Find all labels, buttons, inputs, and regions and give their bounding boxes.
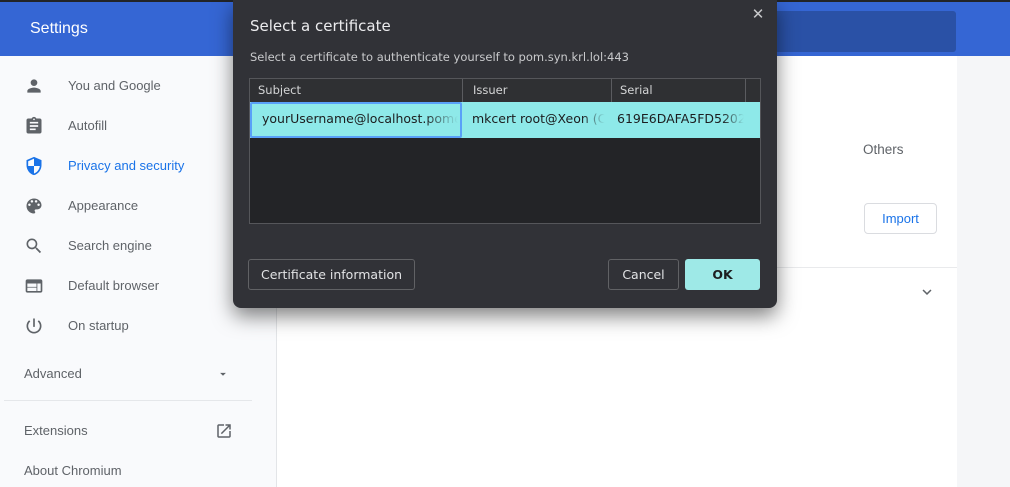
cancel-button[interactable]: Cancel — [608, 259, 679, 290]
cell-subject: yourUsername@localhost.pomer — [250, 102, 462, 138]
dialog-subtitle: Select a certificate to authenticate you… — [250, 50, 629, 64]
sidebar-item-autofill[interactable]: Autofill — [0, 106, 250, 146]
column-header-subject: Subject — [250, 79, 462, 102]
sidebar-item-label: On startup — [68, 306, 129, 346]
person-icon — [24, 76, 44, 96]
certificate-information-button[interactable]: Certificate information — [248, 259, 415, 290]
import-button[interactable]: Import — [864, 203, 937, 234]
chevron-down-icon[interactable] — [918, 283, 936, 301]
autofill-icon — [24, 116, 44, 136]
sidebar-item-on-startup[interactable]: On startup — [0, 306, 250, 346]
sidebar-item-you-and-google[interactable]: You and Google — [0, 66, 250, 106]
search-icon — [24, 236, 44, 256]
sidebar-item-about-chromium[interactable]: About Chromium — [0, 451, 250, 487]
browser-window-icon — [24, 276, 44, 296]
column-header-serial: Serial — [611, 79, 745, 102]
certificate-table: Subject Issuer Serial yourUsername@local… — [249, 78, 761, 224]
close-icon[interactable]: ✕ — [747, 3, 769, 25]
palette-icon — [24, 196, 44, 216]
certificate-row-selected[interactable]: yourUsername@localhost.pomer mkcert root… — [250, 102, 760, 138]
page-background-strip — [957, 56, 1010, 487]
cell-serial: 619E6DAFA5FD5202D5E — [611, 102, 745, 138]
dialog-title: Select a certificate — [250, 17, 391, 35]
ok-button[interactable]: OK — [685, 259, 760, 290]
column-header-gutter — [745, 79, 760, 102]
sidebar-item-appearance[interactable]: Appearance — [0, 186, 250, 226]
sidebar-item-label: Default browser — [68, 266, 159, 306]
sidebar-item-search-engine[interactable]: Search engine — [0, 226, 250, 266]
sidebar-item-privacy-and-security[interactable]: Privacy and security — [0, 146, 250, 186]
sidebar-item-extensions[interactable]: Extensions — [0, 411, 250, 451]
caret-down-icon — [216, 367, 230, 381]
extensions-label: Extensions — [24, 411, 88, 451]
others-section-label: Others — [863, 142, 904, 157]
cell-issuer: mkcert root@Xeon (C — [462, 102, 611, 138]
sidebar-item-default-browser[interactable]: Default browser — [0, 266, 250, 306]
sidebar-item-label: Privacy and security — [68, 146, 184, 186]
sidebar-item-label: You and Google — [68, 66, 161, 106]
privacy-shield-icon — [24, 156, 44, 176]
certificate-table-body: yourUsername@localhost.pomer mkcert root… — [250, 102, 760, 223]
sidebar-advanced-toggle[interactable]: Advanced — [0, 354, 250, 394]
sidebar-divider — [4, 400, 252, 401]
advanced-label: Advanced — [24, 354, 82, 394]
sidebar-item-label: Search engine — [68, 226, 152, 266]
sidebar-item-label: Appearance — [68, 186, 138, 226]
page-title: Settings — [30, 2, 88, 56]
about-label: About Chromium — [24, 451, 122, 487]
power-icon — [24, 316, 44, 336]
external-link-icon — [215, 422, 233, 440]
sidebar-item-label: Autofill — [68, 106, 107, 146]
select-certificate-dialog: ✕ Select a certificate Select a certific… — [233, 0, 777, 308]
screen: Settings You and Google Autofill Privacy… — [0, 0, 1010, 487]
certificate-table-header: Subject Issuer Serial — [250, 79, 760, 102]
column-header-issuer: Issuer — [462, 79, 611, 102]
